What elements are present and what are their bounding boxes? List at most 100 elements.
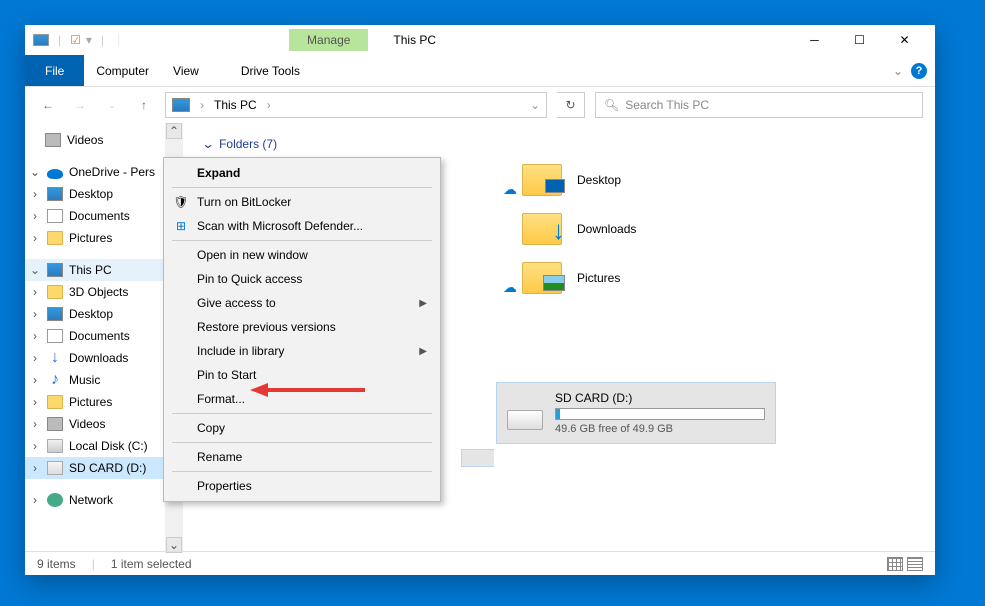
sidebar-item-desktop[interactable]: ›Desktop: [25, 183, 165, 205]
ctx-rename[interactable]: Rename: [167, 445, 437, 469]
defender-icon: ⊞: [173, 218, 189, 234]
disk-icon: [47, 439, 63, 453]
pictures-icon: [47, 395, 63, 409]
forward-button[interactable]: →: [69, 94, 91, 116]
expand-icon[interactable]: ›: [29, 373, 41, 387]
breadcrumb[interactable]: This PC: [214, 98, 257, 112]
music-icon: ♪: [47, 373, 63, 387]
folder-item-downloads[interactable]: ☁ Downloads: [503, 204, 915, 253]
expand-icon[interactable]: ›: [29, 231, 41, 245]
sidebar-item-sdcard[interactable]: ›SD CARD (D:): [25, 457, 165, 479]
sidebar-item-downloads[interactable]: ›↓Downloads: [25, 347, 165, 369]
selection-count: 1 item selected: [111, 557, 192, 571]
submenu-arrow-icon: ▶: [419, 346, 427, 357]
window-title: This PC: [393, 33, 436, 47]
ctx-expand[interactable]: Expand: [167, 161, 437, 185]
sidebar-item-videos2[interactable]: ›Videos: [25, 413, 165, 435]
manage-tab[interactable]: Manage: [289, 29, 368, 51]
sidebar-item-onedrive[interactable]: ⌄OneDrive - Pers: [25, 161, 165, 183]
ribbon-drive-tools-tab[interactable]: Drive Tools: [229, 55, 312, 86]
folder-label: Pictures: [577, 271, 620, 285]
folder-icon: [522, 213, 562, 245]
ribbon-computer-tab[interactable]: Computer: [84, 55, 161, 86]
search-icon: 🔍︎: [604, 98, 619, 112]
minimize-button[interactable]: ─: [792, 26, 837, 54]
expand-icon[interactable]: ›: [29, 187, 41, 201]
drive-icon: [507, 410, 543, 430]
search-placeholder: Search This PC: [625, 98, 709, 112]
ctx-properties[interactable]: Properties: [167, 474, 437, 498]
collapse-icon[interactable]: ⌄: [29, 263, 41, 277]
ribbon-view-tab[interactable]: View: [161, 55, 211, 86]
sidebar-item-localdisk[interactable]: ›Local Disk (C:): [25, 435, 165, 457]
expand-icon[interactable]: ›: [29, 493, 41, 507]
expand-icon[interactable]: ›: [29, 439, 41, 453]
sidebar-item-network[interactable]: ›Network: [25, 489, 165, 511]
grid-view-button[interactable]: [887, 557, 903, 571]
expand-icon[interactable]: ›: [29, 395, 41, 409]
status-bar: 9 items | 1 item selected: [25, 551, 935, 575]
address-bar[interactable]: › This PC › ⌄: [165, 92, 547, 118]
item-count: 9 items: [37, 557, 76, 571]
expand-icon[interactable]: ›: [29, 285, 41, 299]
recent-dropdown[interactable]: ⌄: [101, 94, 123, 116]
folder-item-desktop[interactable]: ☁ Desktop: [503, 155, 915, 204]
quick-access-toolbar: | ☑ ▾ |: [33, 33, 119, 47]
downloads-icon: ↓: [47, 351, 63, 365]
collapse-icon[interactable]: ⌄: [29, 165, 41, 179]
expand-icon[interactable]: ›: [29, 351, 41, 365]
ctx-bitlocker[interactable]: 🛡Turn on BitLocker: [167, 190, 437, 214]
sidebar-item-music[interactable]: ›♪Music: [25, 369, 165, 391]
ribbon-expand-icon[interactable]: ⌄: [893, 64, 903, 78]
search-input[interactable]: 🔍︎ Search This PC: [595, 92, 923, 118]
refresh-button[interactable]: ↻: [557, 92, 585, 118]
ctx-give-access[interactable]: Give access to▶: [167, 291, 437, 315]
pc-icon: [47, 263, 63, 277]
ctx-pin-quick[interactable]: Pin to Quick access: [167, 267, 437, 291]
maximize-button[interactable]: ☐: [837, 26, 882, 54]
qat-separator: |: [54, 33, 65, 47]
ctx-copy[interactable]: Copy: [167, 416, 437, 440]
ctx-restore[interactable]: Restore previous versions: [167, 315, 437, 339]
desktop-icon: [47, 187, 63, 201]
chevron-right-icon[interactable]: ›: [263, 98, 275, 112]
documents-icon: [47, 209, 63, 223]
cloud-status-icon: ☁: [503, 279, 517, 296]
back-button[interactable]: ←: [37, 94, 59, 116]
sidebar-item-documents2[interactable]: ›Documents: [25, 325, 165, 347]
folders-section-header[interactable]: ⌄ Folders (7): [203, 133, 915, 155]
ctx-open-new[interactable]: Open in new window: [167, 243, 437, 267]
ctx-include-lib[interactable]: Include in library▶: [167, 339, 437, 363]
help-icon[interactable]: ?: [911, 63, 927, 79]
expand-icon[interactable]: ›: [29, 209, 41, 223]
sidebar-item-3dobjects[interactable]: ›3D Objects: [25, 281, 165, 303]
sidebar-item-thispc[interactable]: ⌄This PC: [25, 259, 165, 281]
sidebar-item-desktop2[interactable]: ›Desktop: [25, 303, 165, 325]
close-button[interactable]: ✕: [882, 26, 927, 54]
expand-icon[interactable]: ›: [29, 307, 41, 321]
qat-properties-icon[interactable]: ☑: [70, 33, 81, 47]
ribbon-file-tab[interactable]: File: [25, 55, 84, 86]
sidebar-item-pictures2[interactable]: ›Pictures: [25, 391, 165, 413]
qat-undo-icon[interactable]: ▾: [86, 33, 92, 47]
explorer-icon: [33, 34, 49, 46]
sidebar-item-documents[interactable]: ›Documents: [25, 205, 165, 227]
list-view-button[interactable]: [907, 557, 923, 571]
expand-icon[interactable]: ›: [29, 329, 41, 343]
expand-icon[interactable]: ›: [29, 417, 41, 431]
folder-label: Downloads: [577, 222, 636, 236]
expand-icon[interactable]: ›: [29, 461, 41, 475]
drive-item-sdcard[interactable]: SD CARD (D:) 49.6 GB free of 49.9 GB: [496, 382, 776, 444]
address-dropdown[interactable]: ⌄: [530, 98, 540, 112]
up-button[interactable]: ↑: [133, 94, 155, 116]
pc-icon: [172, 98, 190, 112]
scroll-up-button[interactable]: ⌃: [166, 123, 182, 139]
sidebar-item-videos[interactable]: Videos: [25, 129, 165, 151]
folder-item-pictures[interactable]: ☁ Pictures: [503, 253, 915, 302]
titlebar: | ☑ ▾ | Manage This PC ─ ☐ ✕: [25, 25, 935, 55]
chevron-right-icon[interactable]: ›: [196, 98, 208, 112]
sidebar-item-pictures[interactable]: ›Pictures: [25, 227, 165, 249]
navigation-pane: Videos ⌄OneDrive - Pers ›Desktop ›Docume…: [25, 123, 165, 553]
ctx-defender[interactable]: ⊞Scan with Microsoft Defender...: [167, 214, 437, 238]
folder-icon: [522, 262, 562, 294]
